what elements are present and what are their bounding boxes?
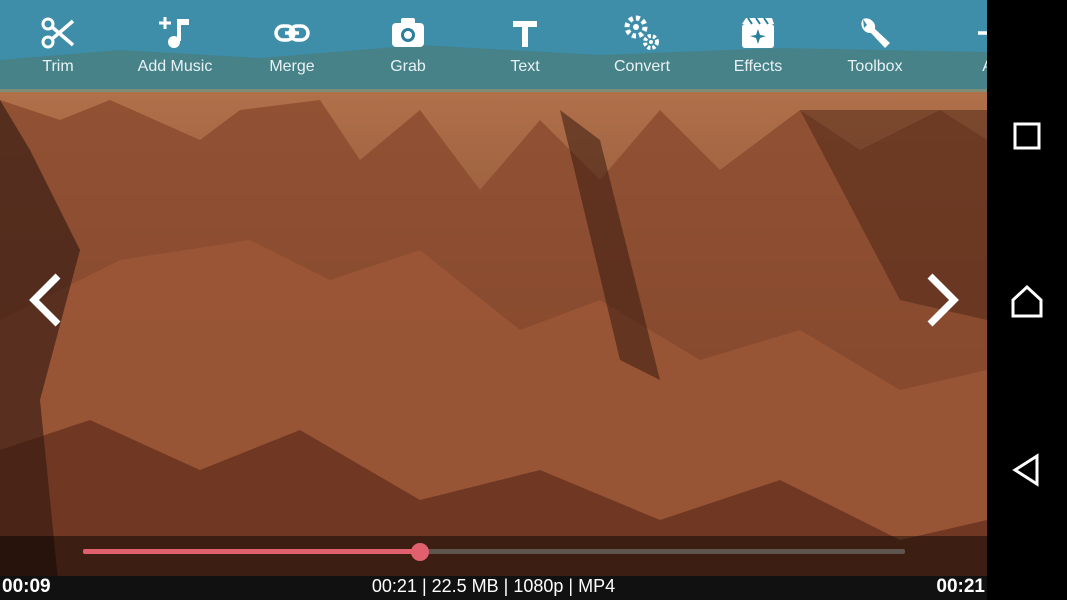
add-music-button[interactable]: Add Music	[117, 0, 233, 89]
home-icon	[1011, 284, 1043, 318]
effects-icon	[739, 14, 777, 52]
trim-label: Trim	[42, 58, 74, 75]
merge-label: Merge	[269, 58, 315, 75]
effects-label: Effects	[733, 58, 783, 75]
seek-background	[0, 536, 987, 576]
wrench-icon	[856, 14, 894, 52]
gears-icon	[623, 14, 661, 52]
audio-button[interactable]: Au	[934, 0, 987, 89]
seek-bar[interactable]	[83, 543, 905, 561]
back-button[interactable]	[1007, 450, 1047, 490]
seek-progress	[83, 549, 421, 554]
text-icon	[506, 14, 544, 52]
seek-thumb[interactable]	[411, 543, 430, 561]
scissors-icon	[39, 14, 77, 52]
convert-button[interactable]: Convert	[584, 0, 700, 89]
text-button[interactable]: Text	[467, 0, 583, 89]
effects-button[interactable]: Effects	[700, 0, 816, 89]
back-icon	[1012, 453, 1039, 487]
playback-controls: 00:09 00:21 | 22.5 MB | 1080p | MP4 00:2…	[0, 536, 987, 600]
chevron-right-icon	[927, 273, 959, 327]
file-info: 00:21 | 22.5 MB | 1080p | MP4	[371, 576, 616, 596]
total-time: 00:21	[936, 576, 985, 597]
convert-label: Convert	[613, 58, 671, 75]
home-button[interactable]	[1007, 282, 1047, 322]
next-arrow[interactable]	[916, 270, 966, 330]
add-music-icon	[156, 14, 194, 52]
add-music-label: Add Music	[137, 58, 213, 75]
camera-icon	[389, 14, 427, 52]
toolbox-label: Toolbox	[847, 58, 903, 75]
toolbox-button[interactable]: Toolbox	[817, 0, 933, 89]
text-label: Text	[510, 58, 540, 75]
audio-icon	[973, 14, 987, 52]
chevron-left-icon	[29, 273, 61, 327]
video-preview[interactable]	[0, 0, 987, 600]
link-icon	[273, 14, 311, 52]
recents-button[interactable]	[1007, 116, 1047, 156]
system-navigation-bar	[987, 0, 1067, 600]
merge-button[interactable]: Merge	[234, 0, 350, 89]
recents-icon	[1013, 122, 1041, 150]
grab-label: Grab	[390, 58, 426, 75]
trim-button[interactable]: Trim	[0, 0, 116, 89]
canyon-image	[0, 0, 987, 600]
grab-button[interactable]: Grab	[350, 0, 466, 89]
previous-arrow[interactable]	[22, 270, 72, 330]
editor-toolbar: Trim Add Music Merge Grab Text Convert E…	[0, 0, 987, 89]
